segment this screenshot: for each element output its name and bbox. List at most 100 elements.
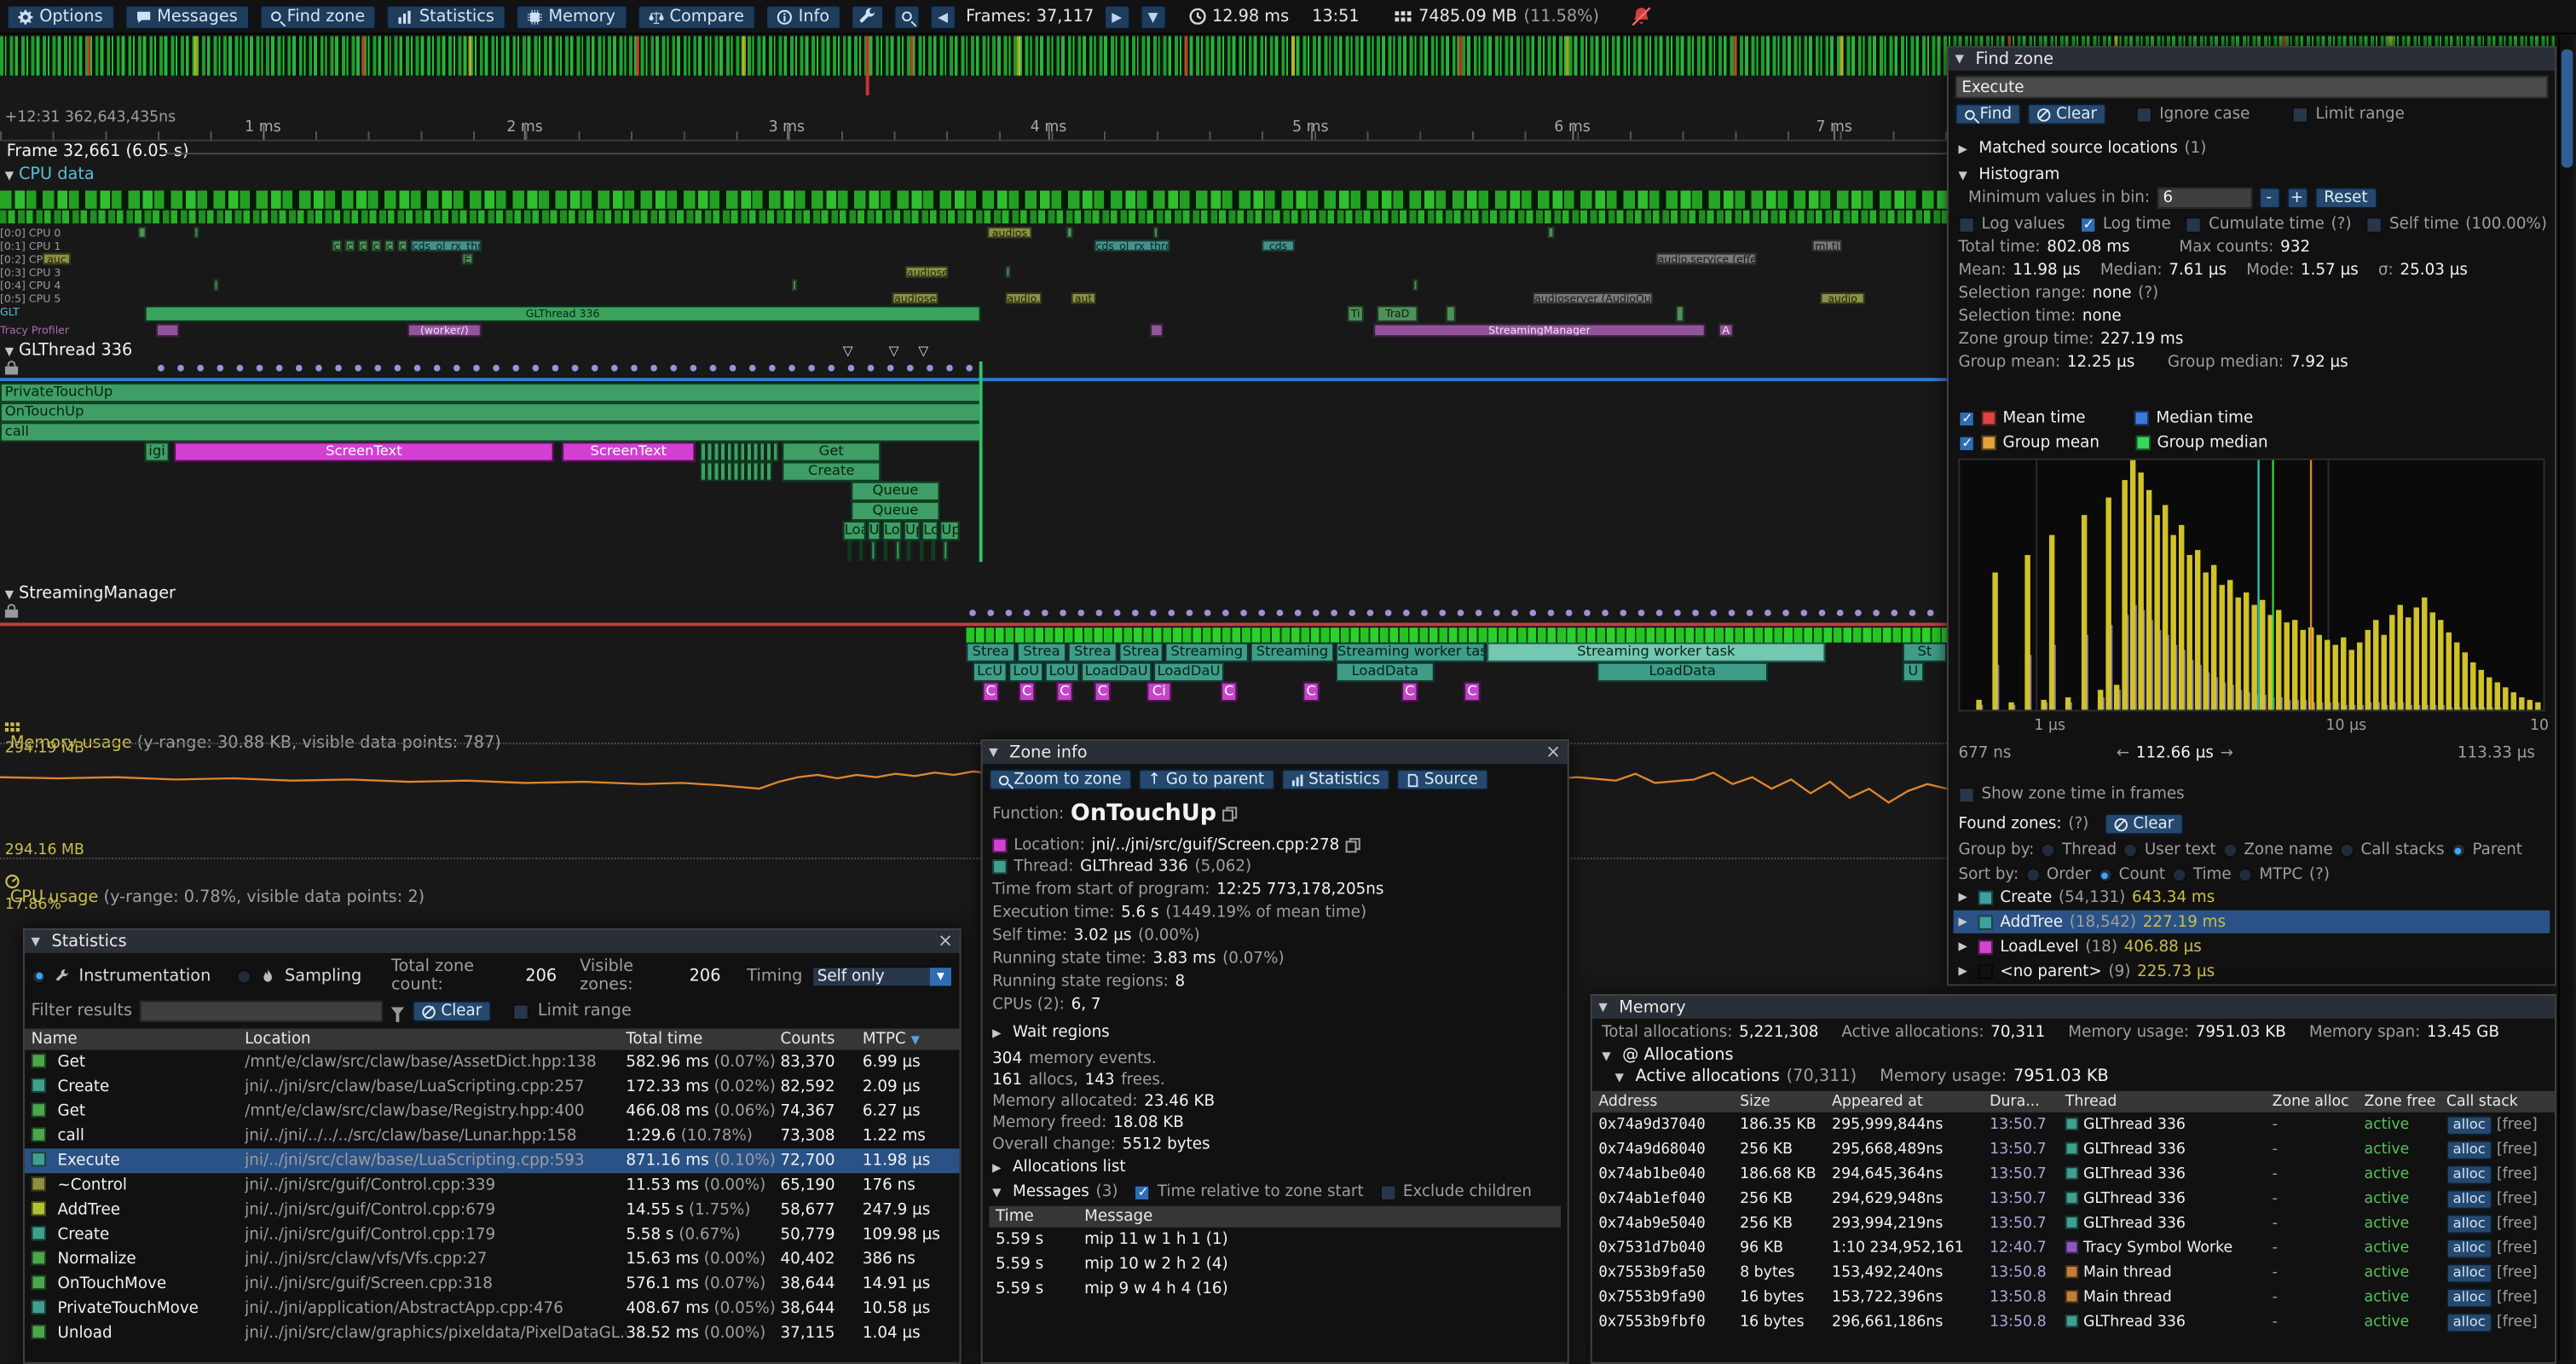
message-dot[interactable] (1873, 610, 1880, 616)
stats-table-row[interactable]: calljni/../jni/../../../src/claw/base/Lu… (25, 1124, 960, 1148)
message-dot[interactable] (1295, 610, 1302, 616)
message-dot[interactable] (1349, 610, 1355, 616)
message-dot[interactable] (1909, 610, 1916, 616)
memory-table-row[interactable]: 0x74ab9e5040256 KB293,994,219ns13:50.7GL… (1592, 1211, 2555, 1235)
collapse-icon[interactable]: ▼ (32, 935, 40, 948)
stats-table-row[interactable]: Executejni/../jni/src/claw/base/LuaScrip… (25, 1148, 960, 1173)
zone-bar[interactable]: C (1302, 682, 1319, 702)
message-dot[interactable] (1548, 610, 1555, 616)
message-dot[interactable] (650, 365, 657, 372)
message-dot[interactable] (1511, 610, 1518, 616)
compare-button[interactable]: Compare (637, 4, 755, 29)
wait-regions-toggle[interactable]: ▶Wait regions (992, 1024, 1110, 1042)
message-dot[interactable] (1656, 610, 1663, 616)
memory-table-row[interactable]: 0x7553b9fa9016 bytes153,722,396ns13:50.8… (1592, 1285, 2555, 1309)
message-dot[interactable] (1855, 610, 1862, 616)
group-by-radio[interactable] (2041, 843, 2055, 858)
zone-bar[interactable]: Create (782, 462, 881, 482)
message-dot[interactable] (335, 365, 342, 372)
statistics-button[interactable]: Statistics (386, 4, 505, 29)
find-zone-titlebar[interactable]: ▼Find zone (1949, 48, 2555, 71)
memory-table-row[interactable]: 0x74ab1be040186.68 KB294,645,364ns13:50.… (1592, 1162, 2555, 1187)
stats-table-row[interactable]: Createjni/../jni/src/claw/base/LuaScript… (25, 1075, 960, 1100)
message-dot[interactable] (966, 365, 973, 372)
message-dot[interactable] (177, 365, 184, 372)
cpu-segment[interactable]: E (462, 253, 473, 264)
message-dot[interactable] (1674, 610, 1681, 616)
zone-bar[interactable]: OnTouchUp (0, 402, 981, 422)
self-time-checkbox[interactable] (2366, 216, 2383, 232)
zone-bar[interactable]: Strea (1119, 643, 1164, 662)
zone-bar[interactable]: Loa (843, 521, 866, 540)
zoom-tool-button[interactable] (893, 4, 920, 29)
zone-bar[interactable] (859, 540, 863, 560)
location-row[interactable]: Location: jni/../jni/src/guif/Screen.cpp… (992, 836, 1360, 854)
message-dot[interactable] (1024, 610, 1031, 616)
scrollbar-thumb[interactable] (2562, 49, 2573, 168)
message-dot[interactable] (1765, 610, 1771, 616)
mean-time-checkbox[interactable] (1958, 410, 1974, 426)
cpu-segment[interactable]: aut (1071, 292, 1096, 303)
cpu-segment[interactable] (1066, 227, 1073, 238)
cumulate-time-checkbox[interactable] (2186, 216, 2202, 232)
message-dot[interactable] (1313, 610, 1320, 616)
next-frame-button[interactable]: ▶ (1104, 4, 1130, 29)
sort-by-radio[interactable] (2025, 868, 2040, 882)
cpu-segment[interactable]: audio. (1006, 292, 1042, 303)
zone-bar[interactable]: C (1019, 682, 1035, 702)
message-dot[interactable] (946, 365, 953, 372)
message-dot[interactable] (592, 365, 598, 372)
cpu-segment[interactable] (214, 280, 219, 291)
cpu-segment[interactable]: cds (1262, 240, 1295, 251)
message-dot[interactable] (1331, 610, 1337, 616)
zone-bar[interactable] (700, 462, 772, 482)
message-dot[interactable] (749, 365, 756, 372)
message-dot[interactable] (276, 365, 283, 372)
cpu-segment[interactable]: cds_ol_rx_threa (1095, 240, 1170, 251)
memory-table-row[interactable]: 0x74a9d37040186.35 KB295,999,844ns13:50.… (1592, 1113, 2555, 1137)
bin-reset-button[interactable]: Reset (2314, 188, 2377, 209)
funnel-icon[interactable] (392, 1007, 405, 1015)
message-dot[interactable] (887, 365, 894, 372)
message-dot[interactable] (1476, 610, 1482, 616)
message-dot[interactable] (552, 365, 559, 372)
zone-bar[interactable]: Streaming (1165, 643, 1249, 662)
thread-track-segment[interactable] (1676, 305, 1684, 321)
statistics-titlebar[interactable]: ▼Statistics× (25, 930, 960, 953)
message-dot[interactable] (987, 610, 994, 616)
stats-table-row[interactable]: Get/mnt/e/claw/src/claw/base/Registry.hp… (25, 1099, 960, 1124)
zone-bar[interactable]: LoU (1008, 662, 1043, 682)
alloc-button[interactable]: alloc (2446, 1312, 2492, 1332)
zone-bar[interactable] (884, 540, 887, 560)
message-dot[interactable] (1042, 610, 1048, 616)
message-dot[interactable] (611, 365, 618, 372)
memory-usage-graph[interactable] (0, 743, 1947, 858)
memory-table-row[interactable]: 0x74a9d68040256 KB295,668,489ns13:50.7GL… (1592, 1137, 2555, 1162)
cpu-segment[interactable] (1413, 280, 1418, 291)
message-dot[interactable] (631, 365, 638, 372)
cpu-segment[interactable]: c (345, 240, 355, 251)
info-button[interactable]: Info (765, 4, 841, 29)
cpu-segment[interactable] (792, 280, 797, 291)
message-dot[interactable] (1403, 610, 1410, 616)
prev-frame-button[interactable]: ◀ (930, 4, 956, 29)
tools-button[interactable] (851, 4, 884, 29)
message-dot[interactable] (493, 365, 500, 372)
message-dot[interactable] (217, 365, 223, 372)
zone-bar[interactable]: LoadData (1336, 662, 1435, 682)
notifications-off-icon[interactable] (1632, 7, 1652, 26)
message-dot[interactable] (237, 365, 244, 372)
message-dot[interactable] (1240, 610, 1247, 616)
stats-table-row[interactable]: Createjni/../jni/src/guif/Control.cpp:17… (25, 1222, 960, 1247)
message-dot[interactable] (414, 365, 421, 372)
zone-bar[interactable]: U (1903, 662, 1924, 682)
message-dot[interactable] (690, 365, 697, 372)
stats-table-row[interactable]: Normalizejni/../jni/src/claw/vfs/Vfs.cpp… (25, 1247, 960, 1272)
go-to-parent-button[interactable]: ↑Go to parent (1138, 769, 1274, 790)
message-dot[interactable] (1187, 610, 1193, 616)
thread-track-segment[interactable] (156, 324, 179, 337)
message-dot[interactable] (1077, 610, 1084, 616)
message-dot[interactable] (1385, 610, 1392, 616)
cpu-usage-header[interactable]: CPU usage (y-range: 0.78%, visible data … (5, 874, 425, 907)
cpu-segment[interactable]: audiose (892, 292, 939, 303)
